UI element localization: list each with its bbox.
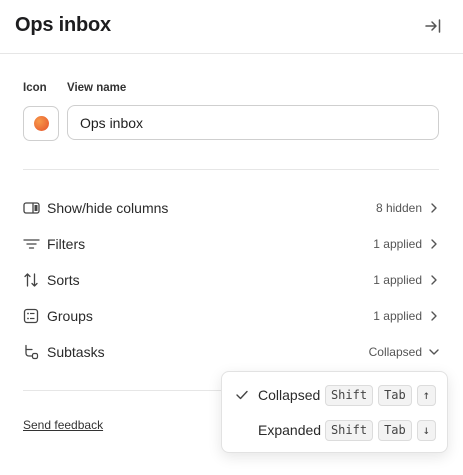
chevron-right-icon — [428, 238, 440, 250]
collapse-right-icon — [425, 19, 441, 33]
chevron-right-icon — [428, 310, 440, 322]
menu-row-value: 1 applied — [373, 237, 422, 251]
shortcut-key: ↓ — [416, 419, 436, 441]
menu-row-filters[interactable]: Filters 1 applied — [22, 230, 440, 258]
subtasks-dropdown: Collapsed Shift Tab ↑ Expanded Shift Tab… — [221, 371, 448, 453]
option-label: Expanded — [258, 422, 322, 438]
menu-row-label: Filters — [47, 236, 86, 252]
shortcut-key: Shift — [324, 419, 374, 441]
view-name-input[interactable] — [67, 105, 439, 140]
icon-label: Icon — [23, 82, 47, 94]
menu-row-show-hide-columns[interactable]: Show/hide columns 8 hidden — [22, 194, 440, 222]
shortcut-key: ↑ — [416, 384, 436, 406]
menu-row-subtasks[interactable]: Subtasks Collapsed — [22, 338, 440, 366]
view-color-dot — [33, 116, 49, 131]
filter-icon — [22, 235, 40, 253]
menu-row-value: 1 applied — [373, 273, 422, 287]
dropdown-option-expanded[interactable]: Expanded Shift Tab ↓ — [222, 415, 447, 445]
sort-icon — [22, 271, 40, 289]
check-icon — [235, 388, 249, 402]
menu-row-label: Groups — [47, 308, 93, 324]
keyboard-shortcut: Shift Tab ↑ — [324, 384, 436, 406]
menu-row-sorts[interactable]: Sorts 1 applied — [22, 266, 440, 294]
groups-icon — [22, 307, 40, 325]
menu-row-value: 1 applied — [373, 309, 422, 323]
shortcut-key: Shift — [324, 384, 374, 406]
icon-picker-button[interactable] — [23, 106, 59, 141]
option-label: Collapsed — [258, 387, 321, 403]
menu-row-groups[interactable]: Groups 1 applied — [22, 302, 440, 330]
chevron-right-icon — [428, 202, 440, 214]
panel-header: Ops inbox — [0, 0, 463, 54]
menu-row-value: Collapsed — [368, 345, 422, 359]
collapse-panel-button[interactable] — [420, 13, 446, 39]
menu-row-label: Sorts — [47, 272, 80, 288]
view-name-label: View name — [67, 82, 127, 94]
columns-icon — [22, 199, 40, 217]
section-divider — [23, 169, 439, 170]
subtasks-icon — [22, 343, 40, 361]
menu-row-label: Show/hide columns — [47, 200, 169, 216]
shortcut-key: Tab — [378, 419, 412, 441]
keyboard-shortcut: Shift Tab ↓ — [324, 419, 436, 441]
menu-row-label: Subtasks — [47, 344, 105, 360]
chevron-right-icon — [428, 274, 440, 286]
shortcut-key: Tab — [378, 384, 412, 406]
dropdown-option-collapsed[interactable]: Collapsed Shift Tab ↑ — [222, 380, 447, 410]
send-feedback-link[interactable]: Send feedback — [23, 418, 103, 432]
chevron-down-icon — [428, 346, 440, 358]
menu-row-value: 8 hidden — [375, 201, 422, 215]
panel-title: Ops inbox — [15, 14, 111, 36]
